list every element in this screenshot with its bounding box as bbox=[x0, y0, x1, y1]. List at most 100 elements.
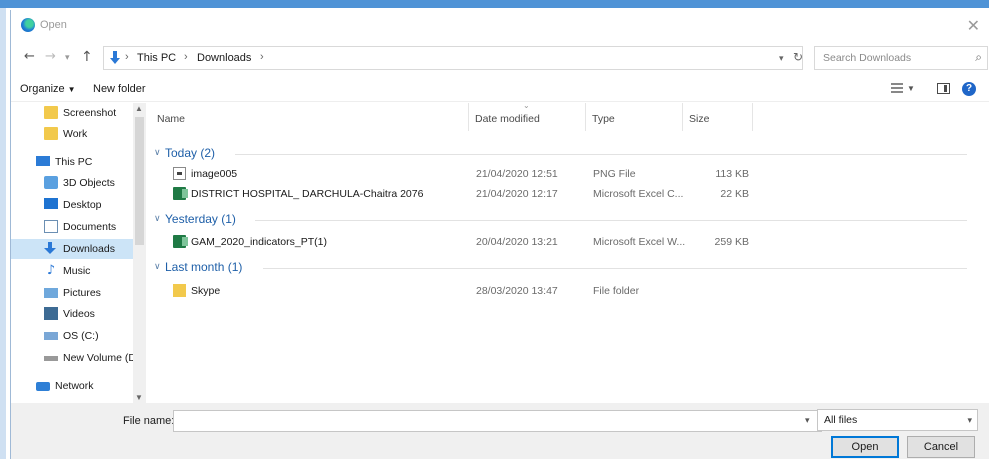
window-top-border bbox=[0, 0, 989, 8]
file-name: Skype bbox=[191, 285, 221, 297]
group-header-yesterday[interactable]: ∨ Yesterday (1) bbox=[151, 210, 987, 230]
organize-menu-button[interactable]: Organize ▼ bbox=[20, 83, 76, 95]
nav-item-pictures[interactable]: Pictures bbox=[11, 283, 133, 303]
column-header-size[interactable]: Size bbox=[683, 103, 753, 131]
group-divider bbox=[263, 268, 967, 269]
change-view-icon[interactable] bbox=[891, 83, 903, 93]
folder-icon bbox=[173, 284, 186, 297]
file-size: 259 KB bbox=[714, 236, 749, 248]
column-label: Date modified bbox=[475, 113, 540, 125]
file-size: 22 KB bbox=[720, 188, 749, 200]
help-icon[interactable]: ? bbox=[962, 82, 976, 96]
nav-item-label: Pictures bbox=[63, 287, 101, 299]
scroll-down-icon[interactable]: ▼ bbox=[135, 393, 143, 402]
file-type-filter-select[interactable]: All files ▾ bbox=[817, 409, 978, 431]
view-options-chevron-icon[interactable]: ▼ bbox=[907, 84, 915, 93]
file-name: GAM_2020_indicators_PT(1) bbox=[191, 236, 327, 248]
file-size: 113 KB bbox=[715, 168, 749, 180]
file-date: 21/04/2020 12:51 bbox=[476, 168, 558, 180]
nav-item-label: Network bbox=[55, 380, 94, 392]
group-label: Today (2) bbox=[165, 146, 216, 160]
scroll-up-icon[interactable]: ▲ bbox=[135, 104, 143, 113]
command-toolbar: Organize ▼ New folder ▼ ? bbox=[11, 76, 989, 102]
nav-item-label: Music bbox=[63, 265, 91, 277]
search-placeholder: Search Downloads bbox=[823, 52, 912, 64]
nav-item-videos[interactable]: Videos bbox=[11, 304, 133, 324]
column-header-type[interactable]: Type bbox=[586, 103, 683, 131]
navigation-pane: Screenshot Work This PC 3D Objects Deskt… bbox=[11, 103, 146, 403]
collapse-chevron-icon: ∨ bbox=[154, 261, 161, 271]
nav-item-network[interactable]: Network bbox=[11, 376, 133, 396]
up-arrow-icon[interactable]: ↑ bbox=[81, 49, 93, 65]
address-history-chevron-icon[interactable]: ▾ bbox=[779, 53, 784, 64]
file-name-input[interactable] bbox=[173, 410, 822, 432]
group-header-today[interactable]: ∨ Today (2) bbox=[151, 144, 987, 164]
refresh-icon[interactable]: ↻ bbox=[793, 50, 803, 64]
pictures-icon bbox=[44, 288, 58, 298]
downloads-icon bbox=[110, 51, 120, 65]
column-label: Type bbox=[592, 113, 615, 125]
column-header-name[interactable]: Name bbox=[151, 103, 469, 131]
file-row[interactable]: image005 21/04/2020 12:51 PNG File 113 K… bbox=[151, 164, 987, 184]
excel-file-icon bbox=[173, 187, 188, 200]
breadcrumb-separator: › bbox=[184, 51, 188, 63]
file-list: Name Date modified ⌄ Type Size ∨ Today (… bbox=[151, 101, 987, 403]
drive-icon bbox=[44, 332, 58, 340]
recent-locations-chevron-icon[interactable]: ▾ bbox=[65, 53, 70, 63]
breadcrumb-separator[interactable]: › bbox=[260, 51, 264, 63]
edge-browser-icon bbox=[21, 18, 35, 32]
forward-arrow-icon[interactable]: → bbox=[45, 49, 56, 64]
group-header-last-month[interactable]: ∨ Last month (1) bbox=[151, 258, 987, 278]
organize-label: Organize bbox=[20, 83, 65, 95]
nav-item-label: Desktop bbox=[63, 199, 102, 211]
file-name-history-chevron-icon[interactable]: ▾ bbox=[805, 415, 810, 426]
nav-item-downloads[interactable]: Downloads bbox=[11, 239, 133, 259]
breadcrumb-separator: › bbox=[125, 51, 129, 63]
nav-item-label: Work bbox=[63, 128, 88, 140]
file-date: 28/03/2020 13:47 bbox=[476, 285, 558, 297]
address-row: ← → ▾ ↑ › This PC › Downloads › ▾ ↻ Sear… bbox=[11, 43, 989, 73]
new-folder-button[interactable]: New folder bbox=[93, 83, 146, 95]
scrollbar-thumb[interactable] bbox=[135, 117, 144, 245]
file-type: PNG File bbox=[593, 168, 636, 180]
open-dialog: Open ✕ ← → ▾ ↑ › This PC › Downloads › ▾… bbox=[10, 10, 989, 459]
excel-file-icon bbox=[173, 235, 188, 248]
network-icon bbox=[36, 382, 50, 391]
search-downloads-input[interactable]: Search Downloads ⌕ bbox=[814, 46, 988, 70]
nav-item-new-volume-d[interactable]: New Volume (D: bbox=[11, 348, 139, 368]
file-row[interactable]: GAM_2020_indicators_PT(1) 20/04/2020 13:… bbox=[151, 232, 987, 252]
nav-item-work[interactable]: Work bbox=[11, 124, 133, 144]
nav-item-label: Videos bbox=[63, 308, 95, 320]
breadcrumb-downloads[interactable]: Downloads bbox=[197, 52, 251, 64]
preview-pane-icon[interactable] bbox=[937, 83, 950, 94]
file-row[interactable]: Skype 28/03/2020 13:47 File folder bbox=[151, 281, 987, 301]
nav-item-label: Downloads bbox=[63, 243, 115, 255]
nav-item-screenshot[interactable]: Screenshot bbox=[11, 103, 133, 123]
navigation-scrollbar[interactable]: ▲ ▼ bbox=[133, 103, 146, 403]
cancel-button[interactable]: Cancel bbox=[907, 436, 975, 458]
breadcrumb-this-pc[interactable]: This PC bbox=[137, 52, 176, 64]
nav-item-desktop[interactable]: Desktop bbox=[11, 195, 133, 215]
file-name-label: File name: bbox=[123, 415, 175, 427]
collapse-chevron-icon: ∨ bbox=[154, 147, 161, 157]
chevron-down-icon: ▼ bbox=[67, 85, 76, 94]
column-label: Size bbox=[689, 113, 710, 125]
file-date: 21/04/2020 12:17 bbox=[476, 188, 558, 200]
sort-indicator-icon: ⌄ bbox=[523, 101, 530, 110]
nav-item-documents[interactable]: Documents bbox=[11, 217, 133, 237]
image-file-icon bbox=[173, 167, 186, 180]
documents-icon bbox=[44, 220, 58, 233]
open-button[interactable]: Open bbox=[831, 436, 899, 458]
address-bar[interactable]: › This PC › Downloads › ▾ ↻ bbox=[103, 46, 803, 70]
group-divider bbox=[255, 220, 967, 221]
back-arrow-icon[interactable]: ← bbox=[24, 49, 35, 64]
chevron-down-icon: ▾ bbox=[967, 415, 972, 425]
nav-item-label: OS (C:) bbox=[63, 330, 99, 342]
nav-item-music[interactable]: ♪ Music bbox=[11, 261, 133, 281]
nav-item-this-pc[interactable]: This PC bbox=[11, 152, 133, 172]
nav-item-3d-objects[interactable]: 3D Objects bbox=[11, 173, 133, 193]
close-icon[interactable]: ✕ bbox=[967, 16, 980, 35]
nav-item-os-c[interactable]: OS (C:) bbox=[11, 326, 133, 346]
desktop-icon bbox=[44, 198, 58, 209]
file-row[interactable]: DISTRICT HOSPITAL_ DARCHULA-Chaitra 2076… bbox=[151, 184, 987, 204]
